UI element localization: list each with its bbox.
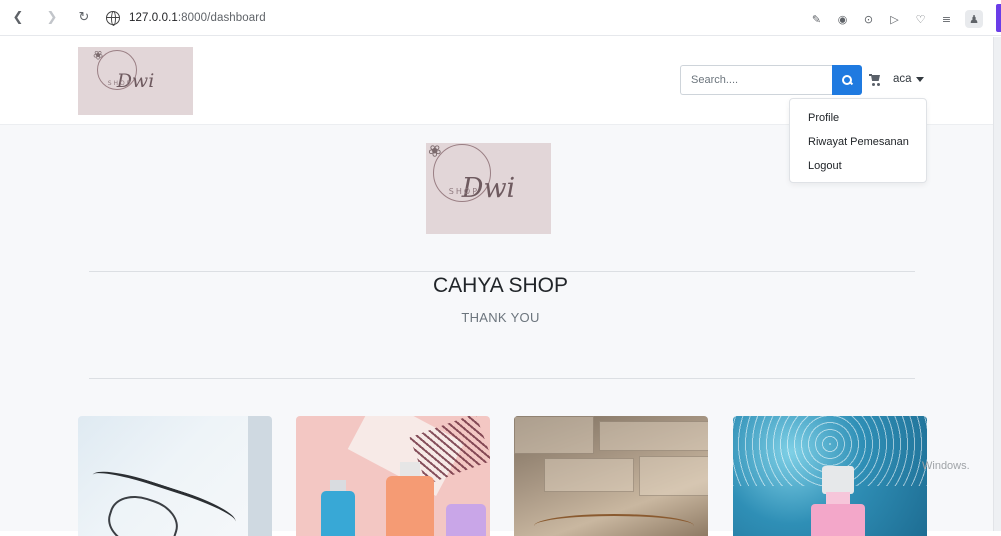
back-icon[interactable]: ❮: [8, 8, 28, 28]
product-card-glasses-on-stone[interactable]: [514, 416, 708, 536]
user-dropdown: Profile Riwayat Pemesanan Logout: [789, 98, 927, 183]
user-name: aca: [893, 73, 912, 85]
hero-logo-mark: ❀ Dwi SHOP: [424, 139, 516, 204]
address-bar[interactable]: 127.0.0.1:8000/dashboard: [129, 12, 266, 24]
divider-bottom: [89, 378, 915, 379]
logo-sub: SHOP: [107, 80, 133, 87]
logo-sub: SHOP: [448, 187, 480, 196]
hero-subtitle: THANK YOU: [461, 310, 540, 325]
menu-item-logout[interactable]: Logout: [790, 157, 926, 181]
cart-icon[interactable]: [869, 74, 881, 86]
product-card-eyeglasses[interactable]: [78, 416, 272, 536]
logo-mark: ❀ Dwi SHOP: [90, 46, 155, 92]
hero-logo: ❀ Dwi SHOP: [424, 139, 551, 234]
search-input[interactable]: [680, 65, 832, 95]
page: ❀ Dwi SHOP aca Profile Riwayat Pemesanan…: [0, 37, 993, 536]
windows-watermark: Windows.: [922, 460, 970, 472]
reload-icon[interactable]: ↻: [74, 8, 94, 28]
screenshot-icon[interactable]: ◉: [835, 12, 850, 27]
user-menu-toggle[interactable]: aca: [893, 73, 924, 85]
product-card-perfume-bottles[interactable]: [296, 416, 490, 536]
download-icon[interactable]: ⊙: [861, 12, 876, 27]
sidebar-toggle[interactable]: [996, 4, 1001, 32]
scrollbar[interactable]: [993, 37, 1001, 531]
site-info-icon[interactable]: [106, 10, 120, 26]
caret-down-icon: [915, 76, 924, 82]
reading-list-icon[interactable]: ≡: [939, 12, 954, 27]
search-button[interactable]: [832, 65, 862, 95]
play-icon[interactable]: ▷: [887, 12, 902, 27]
edit-icon[interactable]: ✎: [809, 12, 824, 27]
menu-item-riwayat-pemesanan[interactable]: Riwayat Pemesanan: [790, 133, 926, 157]
brand-logo[interactable]: ❀ Dwi SHOP: [78, 46, 193, 115]
browser-tools: ✎ ◉ ⊙ ▷ ♡ ≡ ♟: [809, 10, 983, 28]
menu-item-profile[interactable]: Profile: [790, 109, 926, 133]
url-path: :8000/dashboard: [177, 11, 266, 24]
product-card-pink-perfume[interactable]: [733, 416, 927, 536]
divider-top: [89, 271, 915, 272]
hero-title: CAHYA SHOP: [433, 274, 568, 297]
browser-toolbar: ❮ ❯ ↻ 127.0.0.1:8000/dashboard ✎ ◉ ⊙ ▷ ♡…: [0, 0, 1001, 36]
forward-icon[interactable]: ❯: [42, 8, 62, 28]
favorite-icon[interactable]: ♡: [913, 12, 928, 27]
profile-icon[interactable]: ♟: [965, 10, 983, 28]
search-icon: [842, 75, 852, 85]
url-host: 127.0.0.1: [129, 11, 178, 24]
